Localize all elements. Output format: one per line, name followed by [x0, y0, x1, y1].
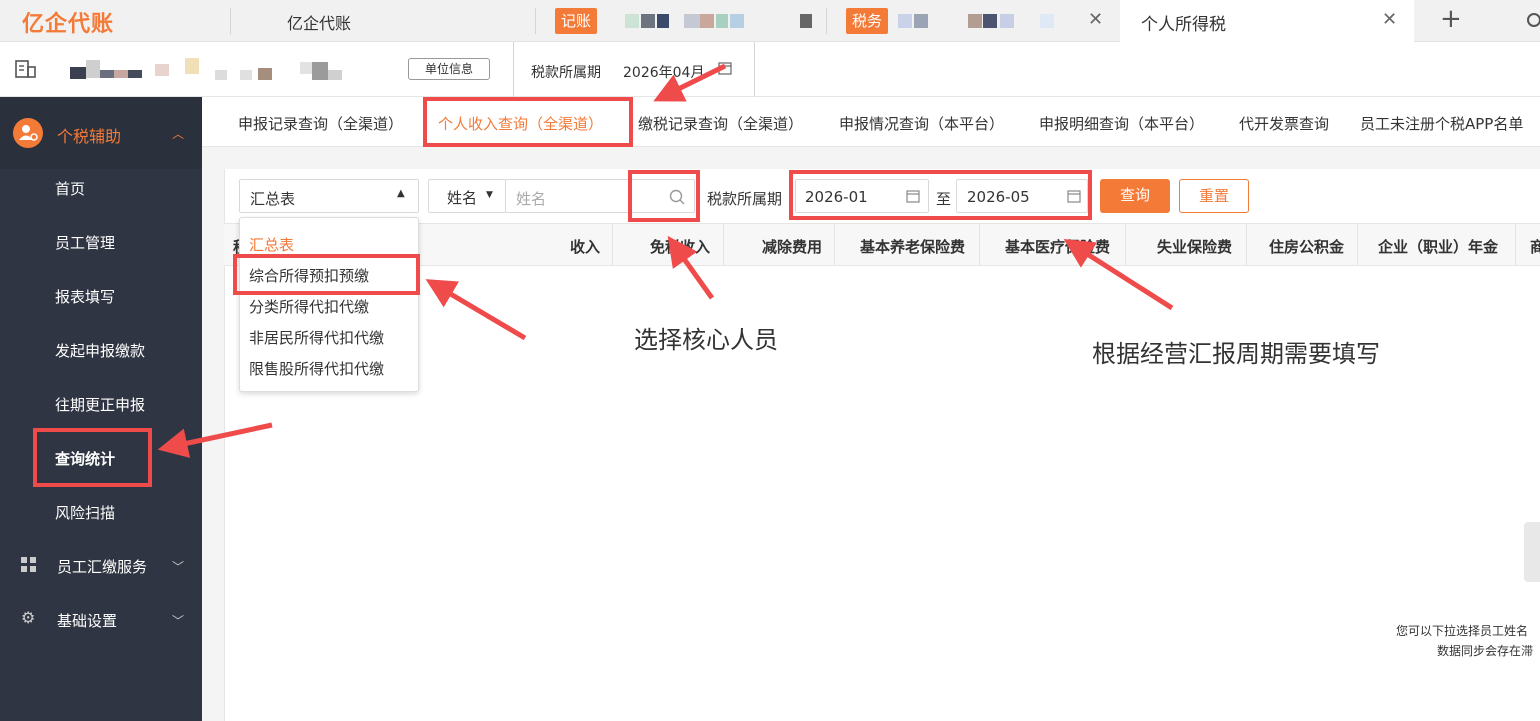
annotation-select-core-staff: 选择核心人员: [634, 326, 778, 354]
annotation-fill-period: 根据经营汇报周期需要填写: [1092, 340, 1380, 368]
